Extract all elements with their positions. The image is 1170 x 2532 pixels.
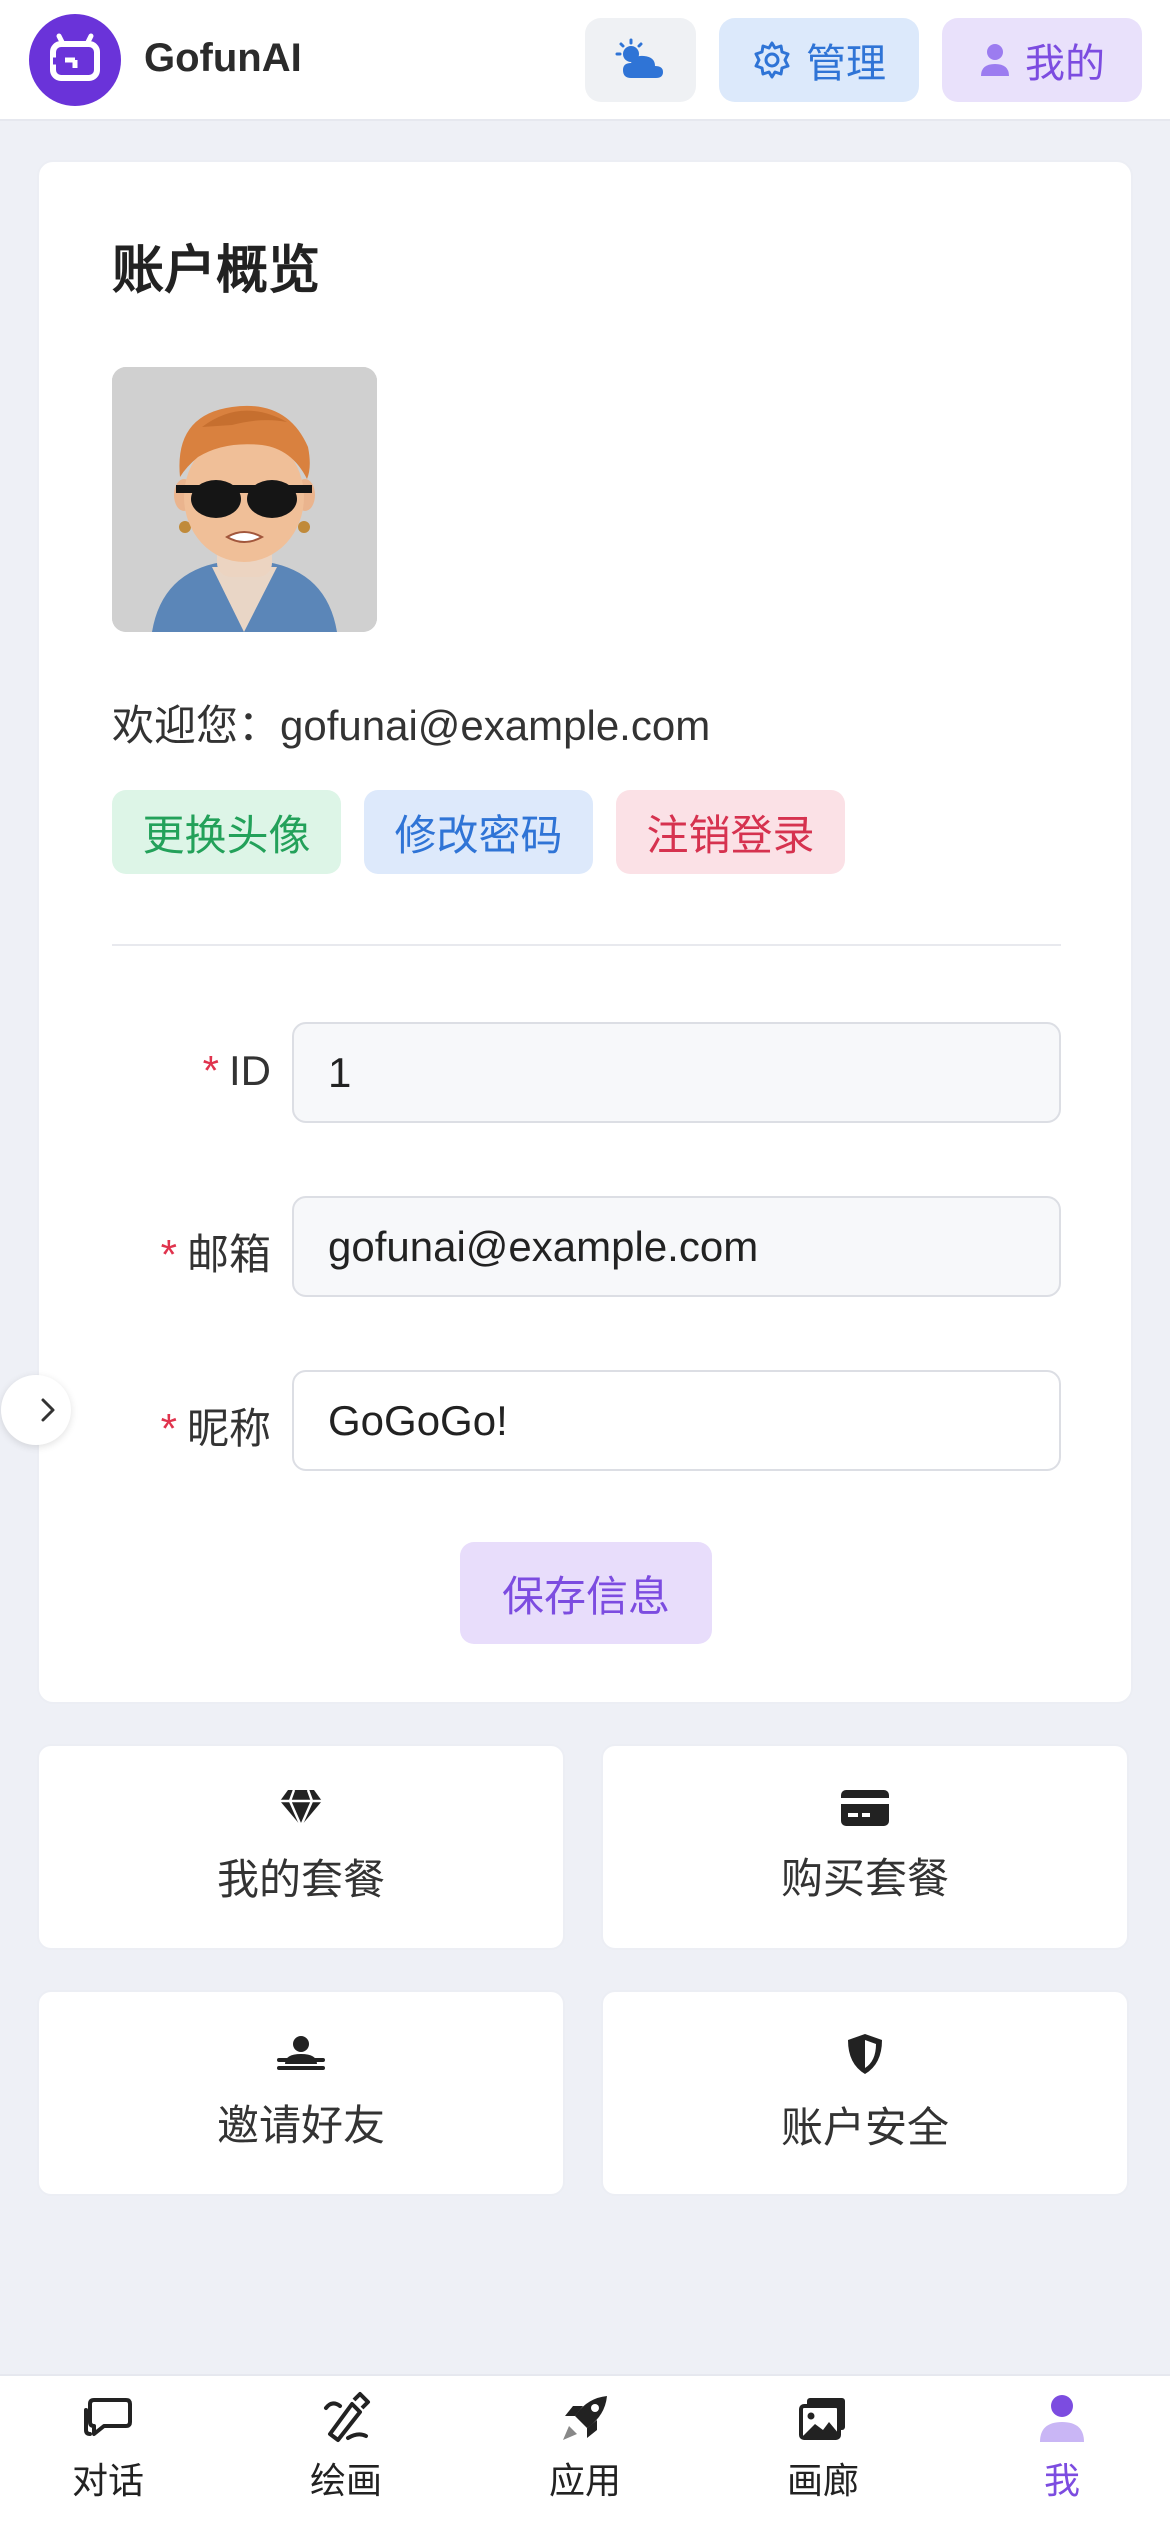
app-name: GofunAI — [144, 36, 302, 80]
divider — [112, 944, 1061, 946]
welcome-text: 欢迎您：gofunai@example.com — [112, 702, 711, 749]
email-field[interactable] — [292, 1196, 1061, 1297]
tile-label: 购买套餐 — [780, 1854, 949, 1902]
tile-buy-plan[interactable]: 购买套餐 — [601, 1744, 1129, 1950]
page-title: 账户概览 — [112, 242, 321, 300]
nav-item-me[interactable]: 我 — [982, 2390, 1142, 2530]
tile-label: 邀请好友 — [216, 2101, 385, 2149]
admin-label: 管理 — [806, 42, 886, 86]
required-mark: * — [160, 1405, 177, 1452]
theme-toggle-button[interactable] — [585, 18, 696, 102]
gear-icon — [754, 41, 790, 79]
id-label-text: ID — [229, 1047, 271, 1094]
nav-label: 画廊 — [786, 2460, 859, 2501]
user-icon — [981, 44, 1009, 76]
tile-account-security[interactable]: 账户安全 — [601, 1990, 1129, 2196]
weather-icon — [615, 38, 663, 78]
rocket-icon — [563, 2396, 607, 2440]
sidebar-toggle[interactable] — [1, 1375, 71, 1445]
paint-icon — [324, 2392, 370, 2442]
nav-label: 我 — [1043, 2460, 1080, 2501]
tile-invite-friends[interactable]: 邀请好友 — [37, 1990, 565, 2196]
mine-button[interactable]: 我的 — [942, 18, 1142, 102]
avatar — [112, 367, 377, 632]
account-overview-card: 账户概览 欢迎您：gofunai@example.com 更换头像 修改密码 注… — [1, 160, 1133, 1704]
nav-label: 对话 — [71, 2460, 144, 2501]
tile-my-plan[interactable]: 我的套餐 — [37, 1744, 565, 1950]
id-field[interactable] — [292, 1022, 1061, 1123]
nav-item-apps[interactable]: 应用 — [505, 2390, 665, 2530]
required-mark: * — [202, 1047, 219, 1094]
diamond-icon — [280, 1789, 322, 1827]
people-icon — [277, 2035, 325, 2070]
change-avatar-button[interactable]: 更换头像 — [112, 790, 341, 874]
logout-button[interactable]: 注销登录 — [616, 790, 845, 874]
mine-label: 我的 — [1025, 42, 1105, 86]
email-label-text: 邮箱 — [186, 1231, 271, 1278]
user-icon — [1040, 2395, 1084, 2442]
top-bar: GofunAI 管理 我的 — [0, 0, 1170, 121]
email-field-label: * 邮箱 — [91, 1221, 271, 1282]
nickname-field[interactable] — [292, 1370, 1061, 1471]
nav-label: 绘画 — [309, 2460, 382, 2501]
nickname-field-label: * 昵称 — [91, 1395, 271, 1456]
nav-item-paint[interactable]: 绘画 — [266, 2390, 426, 2530]
gallery-icon — [799, 2398, 845, 2440]
save-button[interactable]: 保存信息 — [460, 1542, 712, 1644]
shield-icon — [848, 2033, 882, 2074]
chat-icon — [84, 2398, 132, 2436]
avatar-image — [112, 367, 377, 632]
chevron-right-icon — [41, 1398, 55, 1422]
nav-label: 应用 — [548, 2460, 621, 2501]
tile-label: 账户安全 — [780, 2103, 949, 2151]
change-password-button[interactable]: 修改密码 — [364, 790, 593, 874]
admin-button[interactable]: 管理 — [719, 18, 919, 102]
gofun-logo-icon — [50, 33, 100, 81]
nickname-label-text: 昵称 — [186, 1405, 271, 1452]
credit-card-icon — [841, 1789, 889, 1826]
required-mark: * — [160, 1231, 177, 1278]
bottom-nav: 对话 绘画 应用 画廊 我 — [0, 2374, 1170, 2532]
app-logo[interactable] — [29, 14, 121, 106]
id-field-label: * ID — [91, 1047, 271, 1095]
nav-item-chat[interactable]: 对话 — [28, 2390, 188, 2530]
tile-label: 我的套餐 — [216, 1855, 385, 1903]
nav-item-gallery[interactable]: 画廊 — [743, 2390, 903, 2530]
